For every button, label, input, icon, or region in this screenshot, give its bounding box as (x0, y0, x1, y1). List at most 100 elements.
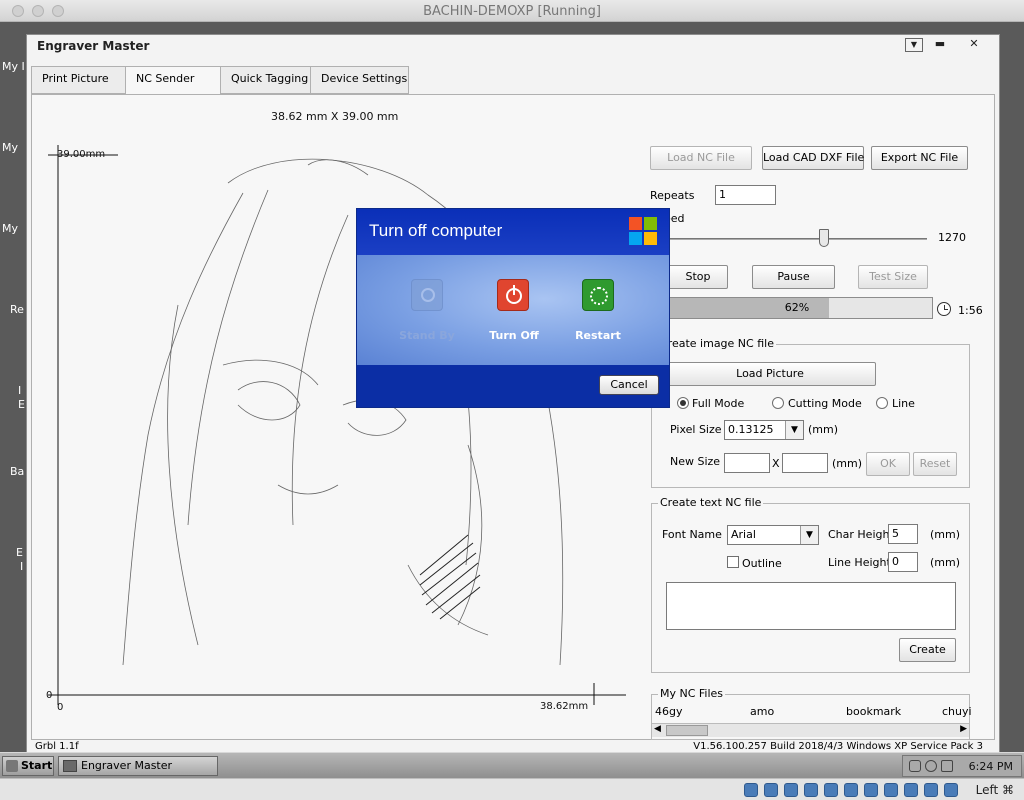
line-mode-label: Line (892, 397, 915, 410)
audio-icon[interactable] (784, 783, 798, 797)
line-height-label: Line Height (828, 556, 891, 569)
files-scrollbar[interactable]: ◀ ▶ (652, 723, 969, 737)
time-remaining: 1:56 (958, 304, 983, 317)
keyboard-capture-icon[interactable] (944, 783, 958, 797)
taskbar-clock: 6:24 PM (968, 760, 1013, 773)
pixel-size-select[interactable]: 0.13125 ▼ (724, 420, 804, 440)
create-button[interactable]: Create (899, 638, 956, 662)
volume-icon[interactable] (941, 760, 953, 772)
start-label: Start (21, 759, 53, 772)
speed-slider-thumb[interactable] (819, 229, 829, 247)
desktop-icon-label[interactable]: My (2, 141, 28, 154)
display-icon[interactable] (864, 783, 878, 797)
network-adapter-icon[interactable] (804, 783, 818, 797)
speed-value: 1270 (938, 231, 966, 244)
char-height-unit: (mm) (930, 528, 961, 541)
minimize-button[interactable]: ▬ (931, 38, 949, 52)
line-height-input[interactable]: 0 (888, 552, 918, 572)
chevron-down-icon[interactable]: ▼ (800, 526, 818, 544)
line-height-unit: (mm) (930, 556, 961, 569)
create-text-nc-group: Create text NC file Font Name Arial ▼ Ch… (651, 496, 970, 673)
pixel-size-value: 0.13125 (728, 423, 774, 436)
window-menu-button[interactable]: ▼ (905, 38, 923, 52)
close-button[interactable]: ✕ (965, 38, 983, 52)
nc-sender-panel: 38.62 mm X 39.00 mm 39.00mm 0 0 38.62mm (31, 94, 995, 740)
scroll-right-icon[interactable]: ▶ (960, 724, 967, 734)
my-nc-files-group: My NC Files 46gy amo bookmark chuyi ◀ ▶ (651, 687, 972, 740)
start-button[interactable]: Start (2, 756, 54, 776)
load-picture-button[interactable]: Load Picture (664, 362, 876, 386)
scroll-left-icon[interactable]: ◀ (654, 724, 661, 734)
outline-checkbox[interactable] (727, 556, 739, 568)
char-height-label: Char Height (828, 528, 894, 541)
outline-label: Outline (742, 557, 782, 570)
dialog-options-area: Stand By Turn Off Restart (357, 255, 669, 365)
pixel-size-label: Pixel Size (670, 423, 722, 436)
app-window-icon (63, 760, 77, 772)
restart-icon[interactable] (582, 279, 614, 311)
cutting-mode-radio[interactable] (772, 397, 784, 409)
vm-status-bar: Left ⌘ (0, 778, 1024, 800)
restart-option[interactable]: Restart (558, 329, 638, 342)
repeats-input[interactable]: 1 (715, 185, 776, 205)
speed-slider-track[interactable] (652, 238, 927, 240)
dialog-title: Turn off computer (369, 221, 503, 240)
cpu-icon[interactable] (904, 783, 918, 797)
shared-folders-icon[interactable] (844, 783, 858, 797)
pause-button[interactable]: Pause (752, 265, 835, 289)
char-height-input[interactable]: 5 (888, 524, 918, 544)
chevron-down-icon[interactable]: ▼ (785, 421, 803, 439)
turn-off-computer-dialog: Turn off computer Stand By Turn Off Rest… (356, 208, 670, 408)
system-tray: 6:24 PM (902, 755, 1022, 777)
clock-icon (937, 302, 951, 316)
stop-button[interactable]: Stop (668, 265, 728, 289)
taskbar-item-engraver-master[interactable]: Engraver Master (58, 756, 218, 776)
optical-drive-icon[interactable] (764, 783, 778, 797)
load-cad-dxf-file-button[interactable]: Load CAD DXF File (762, 146, 864, 170)
load-nc-file-button[interactable]: Load NC File (650, 146, 752, 170)
hard-disk-icon[interactable] (744, 783, 758, 797)
export-nc-file-button[interactable]: Export NC File (871, 146, 968, 170)
text-content-input[interactable] (666, 582, 956, 630)
test-size-button[interactable]: Test Size (858, 265, 928, 289)
font-name-select[interactable]: Arial ▼ (727, 525, 819, 545)
new-size-label: New Size (670, 455, 721, 468)
scrollbar-thumb[interactable] (666, 725, 708, 736)
new-size-height-input[interactable] (782, 453, 828, 473)
preview-canvas: 38.62 mm X 39.00 mm 39.00mm 0 0 38.62mm (46, 105, 628, 725)
turn-off-option[interactable]: Turn Off (474, 329, 554, 342)
create-image-nc-title: Create image NC file (658, 337, 776, 350)
tab-quick-tagging[interactable]: Quick Tagging (220, 66, 311, 94)
full-mode-radio[interactable] (677, 397, 689, 409)
dialog-footer: Cancel (357, 365, 669, 407)
nc-file-item[interactable]: 46gy (655, 705, 683, 718)
new-size-x-separator: X (772, 457, 780, 470)
mouse-integration-icon[interactable] (924, 783, 938, 797)
create-image-nc-group: Create image NC file Load Picture Full M… (651, 337, 970, 488)
usb-icon[interactable] (824, 783, 838, 797)
recording-icon[interactable] (884, 783, 898, 797)
power-icon[interactable] (497, 279, 529, 311)
nc-file-item[interactable]: amo (750, 705, 774, 718)
progress-percent: 62% (784, 301, 810, 314)
desktop-icon-label[interactable]: My (2, 222, 28, 235)
ok-button[interactable]: OK (866, 452, 910, 476)
network-icon[interactable] (925, 760, 937, 772)
tab-nc-sender[interactable]: NC Sender (125, 66, 221, 96)
desktop-icon-label[interactable]: My I (2, 60, 28, 73)
taskbar-item-label: Engraver Master (81, 759, 173, 772)
tab-device-settings[interactable]: Device Settings (310, 66, 409, 94)
cutting-mode-label: Cutting Mode (788, 397, 862, 410)
taskbar: Start Engraver Master 6:24 PM (0, 752, 1024, 778)
security-shield-icon[interactable] (909, 760, 921, 772)
new-size-width-input[interactable] (724, 453, 770, 473)
windows-logo-icon (6, 760, 18, 772)
cancel-button[interactable]: Cancel (599, 375, 659, 395)
line-mode-radio[interactable] (876, 397, 888, 409)
reset-button[interactable]: Reset (913, 452, 957, 476)
nc-file-item[interactable]: chuyi (942, 705, 972, 718)
firmware-version: Grbl 1.1f (35, 741, 79, 752)
nc-file-item[interactable]: bookmark (846, 705, 901, 718)
tab-print-picture[interactable]: Print Picture (31, 66, 126, 94)
app-build-info: V1.56.100.257 Build 2018/4/3 Windows XP … (693, 741, 983, 752)
